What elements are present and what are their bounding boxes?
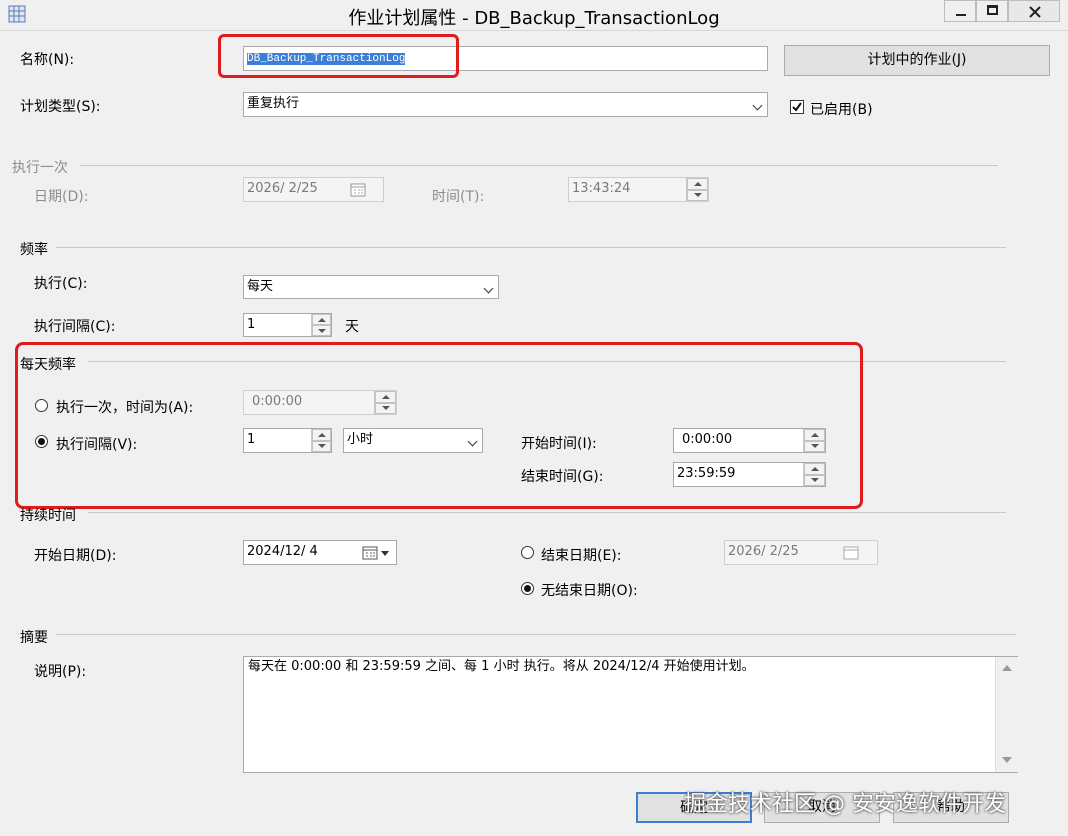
start-date-input[interactable]: 2024/12/ 4	[243, 540, 397, 565]
calendar-icon[interactable]	[362, 546, 378, 560]
highlight-daily-frequency	[15, 342, 863, 509]
minimize-icon	[956, 14, 966, 16]
occurs-value: 每天	[247, 279, 274, 294]
one-time-date-value: 2026/ 2/25	[247, 181, 318, 196]
description-text: 每天在 0:00:00 和 23:59:59 之间、每 1 小时 执行。将从 2…	[248, 659, 755, 674]
duration-group-label: 持续时间	[20, 508, 76, 524]
maximize-icon	[987, 5, 998, 15]
scroll-down-icon[interactable]	[1002, 757, 1012, 763]
summary-divider	[56, 634, 1016, 635]
window-title: 作业计划属性 - DB_Backup_TransactionLog	[348, 8, 720, 29]
recurs-every-unit: 天	[345, 319, 359, 335]
summary-group-label: 摘要	[20, 630, 48, 646]
occurs-label: 执行(C):	[34, 276, 88, 292]
recurs-every-spinner[interactable]	[311, 314, 331, 336]
occurs-select[interactable]: 每天	[243, 275, 499, 299]
maximize-button[interactable]	[976, 0, 1008, 22]
schedule-type-value: 重复执行	[247, 96, 300, 111]
description-label: 说明(P):	[34, 664, 87, 680]
schedule-type-label: 计划类型(S):	[20, 99, 101, 115]
minimize-button[interactable]	[944, 0, 976, 22]
watermark: 掘金技术社区 @ 安安逸软件开发	[684, 792, 1006, 817]
dropdown-arrow-icon[interactable]	[381, 551, 389, 556]
highlight-name	[218, 34, 459, 78]
frequency-group-label: 频率	[20, 242, 48, 258]
recurs-every-value: 1	[247, 317, 256, 332]
close-icon	[1029, 6, 1041, 18]
enabled-checkbox[interactable]	[790, 100, 804, 114]
frequency-divider	[56, 247, 1006, 248]
one-time-time-label: 时间(T):	[432, 189, 485, 205]
one-time-divider	[80, 165, 998, 166]
calendar-icon	[350, 183, 366, 197]
end-date-value: 2026/ 2/25	[728, 544, 799, 559]
one-time-time-spinner	[686, 178, 708, 201]
schedule-type-select[interactable]: 重复执行	[243, 92, 768, 117]
one-time-time-value: 13:43:24	[572, 181, 631, 196]
one-time-date-label: 日期(D):	[34, 189, 89, 205]
description-scrollbar[interactable]	[995, 657, 1018, 772]
description-textarea[interactable]: 每天在 0:00:00 和 23:59:59 之间、每 1 小时 执行。将从 2…	[243, 656, 1018, 773]
end-date-label: 结束日期(E):	[541, 548, 622, 564]
calendar-icon	[843, 546, 859, 560]
one-time-group-label: 执行一次	[12, 160, 68, 176]
jobs-in-schedule-button[interactable]: 计划中的作业(J)	[784, 45, 1050, 76]
duration-divider	[88, 512, 1006, 513]
end-date-input: 2026/ 2/25	[724, 540, 878, 565]
recurs-every-label: 执行间隔(C):	[34, 319, 116, 335]
end-date-radio[interactable]	[521, 546, 534, 559]
start-date-label: 开始日期(D):	[34, 548, 117, 564]
one-time-date-input: 2026/ 2/25	[243, 177, 384, 202]
close-button[interactable]	[1008, 0, 1060, 22]
name-label: 名称(N):	[20, 52, 75, 68]
no-end-date-label: 无结束日期(O):	[541, 583, 638, 599]
checkmark-icon	[792, 102, 802, 112]
no-end-date-radio[interactable]	[521, 582, 534, 595]
scroll-up-icon[interactable]	[1002, 665, 1012, 671]
start-date-value: 2024/12/ 4	[247, 544, 318, 559]
enabled-label: 已启用(B)	[810, 102, 873, 118]
